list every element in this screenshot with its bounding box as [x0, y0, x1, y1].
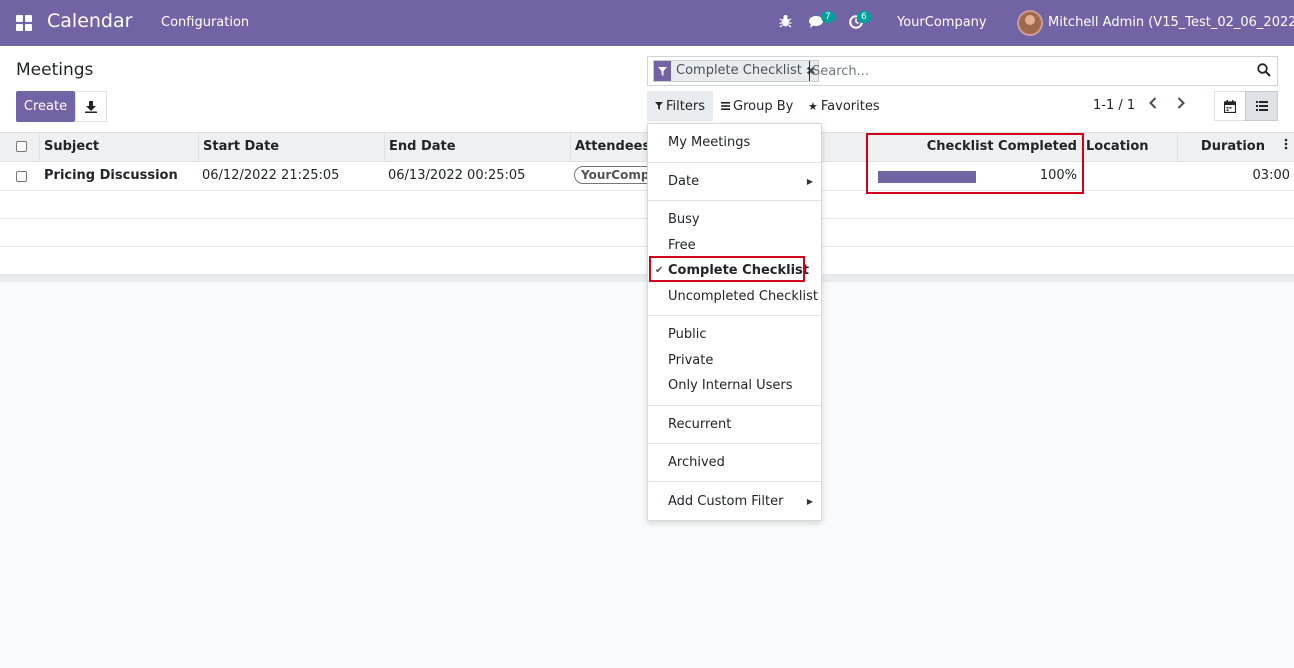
filters-dropdown: My Meetings Date ▶ Busy Free ✔ Complete … — [647, 123, 822, 521]
filter-icon — [655, 100, 663, 113]
cell-subject: Pricing Discussion — [44, 168, 178, 183]
filter-private[interactable]: Private — [668, 353, 713, 368]
favorites-button[interactable]: ★ Favorites — [800, 91, 888, 121]
favorites-label: Favorites — [820, 98, 880, 114]
row-checkbox[interactable] — [16, 171, 27, 182]
filter-add-custom[interactable]: Add Custom Filter — [668, 494, 783, 509]
cell-start-date: 06/12/2022 21:25:05 — [202, 168, 340, 183]
menu-configuration[interactable]: Configuration — [161, 15, 249, 30]
star-icon: ★ — [808, 99, 818, 113]
filter-icon — [654, 61, 671, 81]
user-avatar[interactable] — [1017, 10, 1043, 36]
filters-button[interactable]: Filters — [647, 91, 713, 121]
column-location[interactable]: Location — [1082, 133, 1178, 162]
column-duration[interactable]: Duration — [1178, 133, 1268, 162]
filter-archived[interactable]: Archived — [668, 455, 725, 470]
checklist-progress-fill — [878, 171, 976, 183]
dropdown-divider — [648, 443, 821, 444]
page-title: Meetings — [16, 60, 94, 80]
caret-right-icon: ▶ — [806, 177, 813, 186]
calendar-icon — [1224, 99, 1236, 113]
dropdown-divider — [648, 162, 821, 163]
caret-right-icon: ▶ — [806, 497, 813, 506]
column-end-date[interactable]: End Date — [385, 133, 571, 162]
cell-location — [1086, 162, 1176, 190]
search-icon[interactable] — [1257, 63, 1271, 81]
create-button[interactable]: Create — [16, 91, 75, 122]
cell-checklist-percent: 100% — [1039, 168, 1077, 183]
filter-my-meetings[interactable]: My Meetings — [668, 135, 750, 150]
pager-value[interactable]: 1-1 / 1 — [1093, 98, 1135, 113]
control-panel: Meetings Create Complete Checklist ✖ Fil… — [0, 46, 1294, 133]
pager-next-icon[interactable] — [1177, 97, 1185, 113]
dropdown-divider — [648, 405, 821, 406]
filter-recurrent[interactable]: Recurrent — [668, 417, 731, 432]
download-icon — [85, 100, 97, 113]
app-name[interactable]: Calendar — [47, 10, 132, 32]
optional-columns-toggle[interactable] — [1280, 133, 1294, 162]
row-checkbox-cell — [16, 171, 27, 182]
list-view-icon — [1255, 101, 1268, 111]
dropdown-divider — [648, 481, 821, 482]
bug-icon[interactable] — [779, 14, 792, 32]
user-menu[interactable]: Mitchell Admin (V15_Test_02_06_2022) — [1048, 15, 1294, 30]
select-all-header — [0, 133, 40, 162]
check-icon: ✔ — [655, 265, 664, 276]
list-icon — [721, 100, 730, 113]
top-navbar: Calendar Configuration 7 6 YourCompany M… — [0, 0, 1294, 46]
apps-menu-icon[interactable] — [16, 15, 32, 31]
column-checklist-completed[interactable]: Checklist Completed — [866, 133, 1082, 162]
cell-end-date: 06/13/2022 00:25:05 — [388, 168, 526, 183]
calendar-view-button[interactable] — [1214, 91, 1246, 121]
more-vertical-icon — [1284, 138, 1288, 150]
search-facet: Complete Checklist ✖ — [653, 60, 819, 82]
list-view-button[interactable] — [1245, 91, 1278, 121]
filter-busy[interactable]: Busy — [668, 212, 700, 227]
filter-uncompleted-checklist[interactable]: Uncompleted Checklist — [668, 289, 818, 304]
groupby-label: Group By — [733, 98, 794, 114]
cell-attendees: YourCompany — [574, 162, 650, 190]
select-all-checkbox[interactable] — [16, 141, 27, 152]
dropdown-divider — [648, 200, 821, 201]
filters-label: Filters — [666, 98, 705, 114]
messages-badge: 7 — [821, 11, 835, 23]
pager-previous-icon[interactable] — [1149, 97, 1157, 113]
filter-complete-checklist[interactable]: Complete Checklist — [668, 263, 809, 278]
filter-free[interactable]: Free — [668, 238, 696, 253]
cell-duration: 03:00 — [1252, 168, 1290, 183]
search-bar: Complete Checklist ✖ — [647, 56, 1278, 86]
filter-only-internal-users[interactable]: Only Internal Users — [668, 378, 793, 393]
groupby-button[interactable]: Group By — [713, 91, 801, 121]
checklist-progress-bar — [878, 171, 976, 183]
filter-public[interactable]: Public — [668, 327, 706, 342]
attendee-tag: YourCompany — [574, 166, 650, 184]
activities-badge: 6 — [857, 11, 871, 23]
column-start-date[interactable]: Start Date — [199, 133, 385, 162]
filter-date[interactable]: Date — [668, 174, 699, 189]
dropdown-divider — [648, 315, 821, 316]
column-subject[interactable]: Subject — [40, 133, 199, 162]
search-input[interactable] — [809, 61, 1249, 81]
facet-label: Complete Checklist — [676, 63, 802, 78]
download-button[interactable] — [75, 91, 107, 122]
company-switcher[interactable]: YourCompany — [897, 15, 987, 30]
